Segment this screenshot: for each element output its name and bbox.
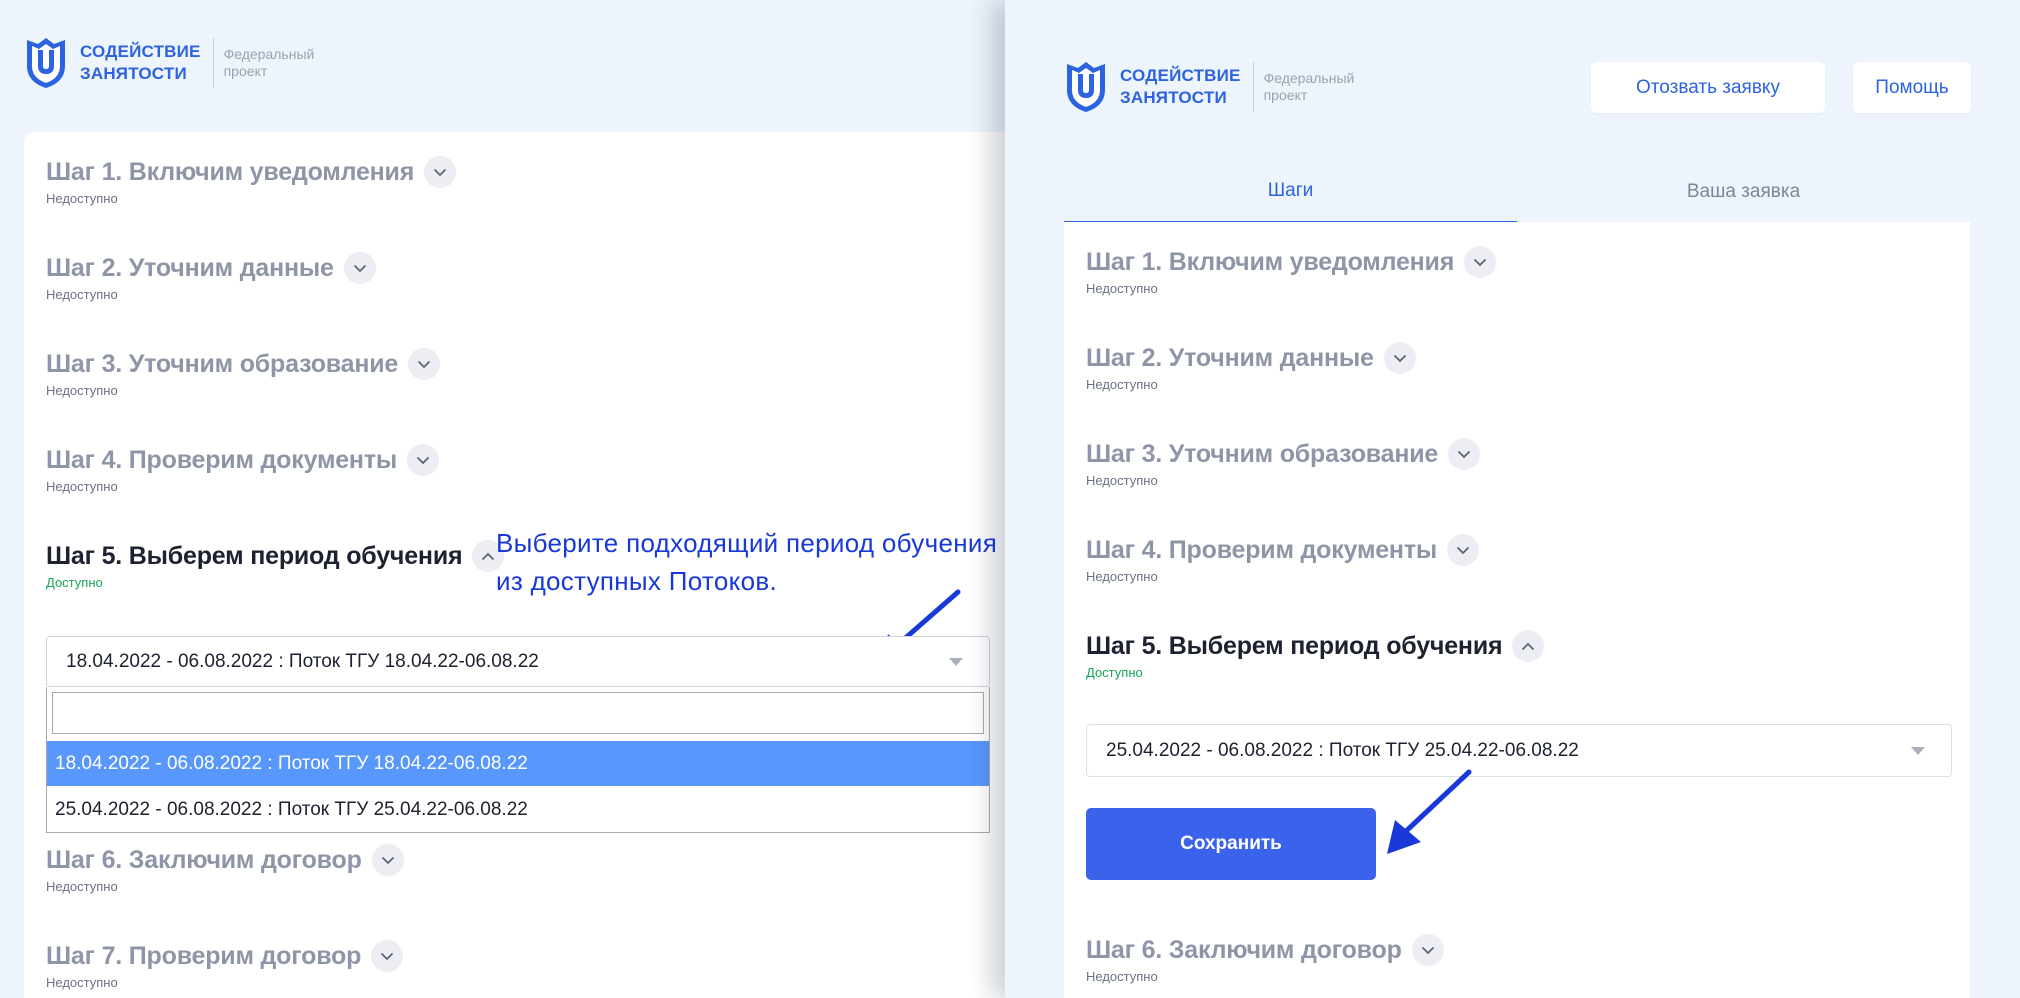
brand-name-line1: СОДЕЙСТВИЕ <box>1120 66 1241 85</box>
tab-your-application[interactable]: Ваша заявка <box>1517 160 1970 224</box>
step-status: Недоступно <box>46 879 118 894</box>
tab-steps[interactable]: Шаги <box>1064 160 1517 224</box>
step-title: Шаг 5. Выберем период обучения <box>1086 631 1503 660</box>
step-3[interactable]: Шаг 3. Уточним образование Недоступно <box>1086 438 1481 488</box>
chevron-down-icon[interactable] <box>407 444 440 476</box>
step-status: Доступно <box>1086 665 1143 680</box>
step-title: Шаг 1. Включим уведомления <box>1086 247 1455 276</box>
step-4[interactable]: Шаг 4. Проверим документы Недоступно <box>1086 534 1480 584</box>
period-select[interactable]: 25.04.2022 - 06.08.2022 : Поток ТГУ 25.0… <box>1086 724 1952 777</box>
left-panel: СОДЕЙСТВИЕ ЗАНЯТОСТИ Федеральный проект … <box>0 0 1005 998</box>
step-5[interactable]: Шаг 5. Выберем период обучения Доступно <box>46 540 505 590</box>
chevron-down-icon[interactable] <box>343 252 376 284</box>
step-status: Недоступно <box>46 287 118 302</box>
period-dropdown: 18.04.2022 - 06.08.2022 : Поток ТГУ 18.0… <box>46 687 990 833</box>
step-title: Шаг 6. Заключим договор <box>46 845 362 874</box>
chevron-down-icon[interactable] <box>1448 438 1481 470</box>
step-status: Недоступно <box>46 975 118 990</box>
hint-line-1: Выберите подходящий период обучения <box>496 528 998 558</box>
step-status: Недоступно <box>1086 377 1158 392</box>
step-6[interactable]: Шаг 6. Заключим договор Недоступно <box>1086 934 1444 984</box>
step-title: Шаг 2. Уточним данные <box>46 253 334 282</box>
brand-sub-line2: проект <box>223 63 268 79</box>
step-7[interactable]: Шаг 7. Проверим договор Недоступно <box>46 940 404 990</box>
step-1[interactable]: Шаг 1. Включим уведомления Недоступно <box>46 156 457 206</box>
step-status: Недоступно <box>1086 473 1158 488</box>
shield-logo-icon <box>1067 62 1105 112</box>
chevron-down-icon[interactable] <box>1383 342 1416 374</box>
step-status: Недоступно <box>1086 969 1158 984</box>
dropdown-option[interactable]: 18.04.2022 - 06.08.2022 : Поток ТГУ 18.0… <box>47 741 989 786</box>
chevron-down-icon[interactable] <box>371 940 404 972</box>
chevron-up-icon[interactable] <box>1512 630 1545 662</box>
step-title: Шаг 3. Уточним образование <box>46 349 399 378</box>
step-title: Шаг 6. Заключим договор <box>1086 935 1402 964</box>
brand-name-line1: СОДЕЙСТВИЕ <box>80 42 201 61</box>
step-title: Шаг 3. Уточним образование <box>1086 439 1439 468</box>
step-status: Недоступно <box>1086 569 1158 584</box>
step-status: Доступно <box>46 575 103 590</box>
step-title: Шаг 5. Выберем период обучения <box>46 541 463 570</box>
period-select[interactable]: 18.04.2022 - 06.08.2022 : Поток ТГУ 18.0… <box>46 636 990 687</box>
brand-sub-line2: проект <box>1263 87 1308 103</box>
step-title: Шаг 7. Проверим договор <box>46 941 362 970</box>
step-2[interactable]: Шаг 2. Уточним данные Недоступно <box>46 252 376 302</box>
withdraw-application-button[interactable]: Отозвать заявку <box>1591 62 1825 113</box>
chevron-down-icon[interactable] <box>371 844 404 876</box>
brand-logo[interactable]: СОДЕЙСТВИЕ ЗАНЯТОСТИ Федеральный проект <box>23 36 314 90</box>
step-1[interactable]: Шаг 1. Включим уведомления Недоступно <box>1086 246 1497 296</box>
brand-logo[interactable]: СОДЕЙСТВИЕ ЗАНЯТОСТИ Федеральный проект <box>1063 60 1354 114</box>
step-title: Шаг 1. Включим уведомления <box>46 157 415 186</box>
dropdown-search-input[interactable] <box>52 692 984 734</box>
step-5[interactable]: Шаг 5. Выберем период обучения Доступно <box>1086 630 1545 680</box>
brand-name-line2: ЗАНЯТОСТИ <box>1120 88 1227 107</box>
pointer-arrow-icon <box>1387 769 1472 854</box>
period-select-value: 18.04.2022 - 06.08.2022 : Поток ТГУ 18.0… <box>66 650 539 672</box>
step-3[interactable]: Шаг 3. Уточним образование Недоступно <box>46 348 441 398</box>
logo-divider <box>1252 62 1254 112</box>
tabs-bar: Шаги Ваша заявка <box>1064 160 1970 224</box>
step-title: Шаг 4. Проверим документы <box>46 445 398 474</box>
brand-sub-line1: Федеральный <box>1263 70 1355 86</box>
brand-name-line2: ЗАНЯТОСТИ <box>80 64 187 83</box>
period-select-value: 25.04.2022 - 06.08.2022 : Поток ТГУ 25.0… <box>1106 739 1579 761</box>
steps-card: Шаг 1. Включим уведомления Недоступно Ша… <box>1064 222 1970 998</box>
step-title: Шаг 4. Проверим документы <box>1086 535 1438 564</box>
step-6[interactable]: Шаг 6. Заключим договор Недоступно <box>46 844 404 894</box>
brand-sub-line1: Федеральный <box>223 46 315 62</box>
shield-logo-icon <box>27 38 65 88</box>
help-button[interactable]: Помощь <box>1853 62 1971 113</box>
select-caret-icon <box>949 657 963 666</box>
step-title: Шаг 2. Уточним данные <box>1086 343 1374 372</box>
right-panel: СОДЕЙСТВИЕ ЗАНЯТОСТИ Федеральный проект … <box>1005 0 2020 998</box>
step-status: Недоступно <box>46 479 118 494</box>
step-2[interactable]: Шаг 2. Уточним данные Недоступно <box>1086 342 1416 392</box>
chevron-down-icon[interactable] <box>408 348 441 380</box>
chevron-down-icon[interactable] <box>1464 246 1497 278</box>
chevron-down-icon[interactable] <box>424 156 457 188</box>
dropdown-option[interactable]: 25.04.2022 - 06.08.2022 : Поток ТГУ 25.0… <box>47 787 989 832</box>
chevron-down-icon[interactable] <box>1447 534 1480 566</box>
step-status: Недоступно <box>46 383 118 398</box>
step-status: Недоступно <box>1086 281 1158 296</box>
save-button[interactable]: Сохранить <box>1086 808 1376 880</box>
step-4[interactable]: Шаг 4. Проверим документы Недоступно <box>46 444 440 494</box>
logo-divider <box>212 38 214 88</box>
step-status: Недоступно <box>46 191 118 206</box>
chevron-down-icon[interactable] <box>1411 934 1444 966</box>
select-caret-icon <box>1911 746 1925 755</box>
